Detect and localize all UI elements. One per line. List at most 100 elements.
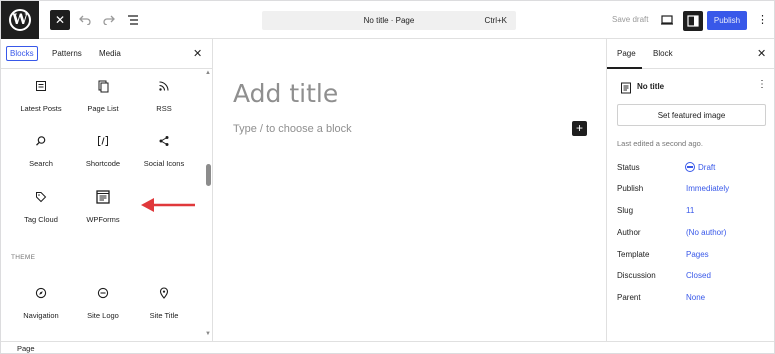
wordpress-logo-button[interactable]: W [1, 1, 39, 39]
author-value[interactable]: (No author) [686, 228, 726, 237]
meta-row-publish: Publish Immediately [617, 184, 767, 196]
page-icon [620, 81, 632, 94]
block-label: Navigation [23, 311, 59, 320]
command-palette-bar[interactable]: No title · Page Ctrl+K [262, 11, 516, 30]
wordpress-icon: W [9, 9, 31, 31]
meta-label: Discussion [617, 271, 656, 280]
scroll-up-icon[interactable]: ▲ [205, 70, 211, 76]
add-block-icon[interactable]: + [572, 121, 587, 136]
meta-label: Author [617, 228, 641, 237]
block-social-icons[interactable]: Social Icons [133, 133, 195, 177]
block-tag-cloud[interactable]: Tag Cloud [10, 189, 72, 233]
block-label: Site Logo [87, 311, 119, 320]
tab-blocks[interactable]: Blocks [6, 46, 38, 61]
last-edited-text: Last edited a second ago. [617, 139, 703, 148]
editor-footer: Page [1, 341, 774, 353]
meta-row-parent: Parent None [617, 293, 767, 305]
document-actions-icon[interactable]: ⋮ [757, 79, 767, 90]
settings-sidebar: Page Block ✕ No title ⋮ Set featured ima… [606, 39, 774, 341]
meta-label: Template [617, 250, 650, 259]
theme-section-heading: THEME [11, 254, 36, 261]
block-navigation[interactable]: Navigation [10, 285, 72, 329]
meta-row-status: Status Draft [617, 162, 767, 175]
block-site-title[interactable]: Site Title [133, 285, 195, 329]
document-title: No title [637, 82, 665, 91]
tab-media[interactable]: Media [99, 49, 121, 58]
block-label: Tag Cloud [24, 215, 58, 224]
slug-value[interactable]: 11 [686, 206, 694, 215]
meta-row-template: Template Pages [617, 250, 767, 262]
block-rss[interactable]: RSS [133, 78, 195, 122]
tab-block[interactable]: Block [653, 49, 673, 58]
share-icon [156, 133, 172, 149]
wpforms-icon [95, 189, 111, 205]
block-label: RSS [156, 104, 172, 113]
meta-row-slug: Slug 11 [617, 206, 767, 218]
preview-icon[interactable] [660, 13, 674, 27]
block-label: WPForms [86, 215, 120, 224]
inserter-tabs: Blocks Patterns Media ✕ [1, 39, 212, 69]
editor-header: W ✕ No title · Page Ctrl+K Save draft Pu… [1, 1, 774, 39]
pointer-arrow [141, 198, 195, 212]
block-label: Shortcode [85, 159, 121, 168]
draft-status-icon [685, 162, 695, 172]
publish-button[interactable]: Publish [707, 11, 747, 30]
sidebar-tabs: Page Block ✕ [607, 39, 774, 69]
block-search[interactable]: Search [10, 133, 72, 177]
shortcode-icon [95, 133, 111, 149]
parent-value[interactable]: None [686, 293, 705, 302]
template-value[interactable]: Pages [686, 250, 709, 259]
meta-row-discussion: Discussion Closed [617, 271, 767, 283]
discussion-value[interactable]: Closed [686, 271, 711, 280]
block-site-logo[interactable]: Site Logo [72, 285, 134, 329]
search-icon [33, 133, 49, 149]
set-featured-image-button[interactable]: Set featured image [617, 104, 766, 126]
meta-label: Status [617, 163, 640, 172]
meta-label: Publish [617, 184, 644, 193]
tag-icon [33, 189, 49, 205]
map-pin-icon [156, 285, 172, 301]
meta-label: Parent [617, 293, 641, 302]
site-logo-icon [95, 285, 111, 301]
command-shortcut: Ctrl+K [484, 16, 507, 25]
latest-posts-icon [33, 78, 49, 94]
post-title-input[interactable]: Add title [233, 79, 338, 108]
settings-toggle-icon[interactable] [683, 11, 703, 31]
redo-icon[interactable] [99, 10, 119, 30]
tab-patterns[interactable]: Patterns [52, 49, 82, 58]
breadcrumb[interactable]: Page [17, 344, 35, 353]
block-label: Page List [87, 104, 119, 113]
block-label: Social Icons [143, 159, 185, 168]
close-icon[interactable]: ✕ [193, 47, 202, 60]
scroll-thumb[interactable] [206, 164, 211, 186]
rss-icon [156, 78, 172, 94]
block-inserter-panel: Blocks Patterns Media ✕ Latest Posts Pag… [1, 39, 213, 341]
editor-window: W ✕ No title · Page Ctrl+K Save draft Pu… [0, 0, 775, 354]
publish-value[interactable]: Immediately [686, 184, 729, 193]
active-tab-indicator [607, 67, 642, 69]
block-label: Site Title [149, 311, 179, 320]
block-placeholder[interactable]: Type / to choose a block [233, 123, 352, 135]
tab-page[interactable]: Page [617, 49, 636, 58]
block-shortcode[interactable]: Shortcode [72, 133, 134, 177]
block-wpforms[interactable]: WPForms [72, 189, 134, 233]
editor-canvas: Add title Type / to choose a block + [213, 39, 606, 341]
block-label: Search [29, 159, 53, 168]
block-latest-posts[interactable]: Latest Posts [10, 78, 72, 122]
compass-icon [33, 285, 49, 301]
document-overview-icon[interactable] [123, 10, 143, 30]
status-value[interactable]: Draft [698, 163, 715, 172]
options-kebab-icon[interactable]: ⋮ [757, 12, 768, 28]
meta-label: Slug [617, 206, 634, 215]
save-draft-button[interactable]: Save draft [612, 15, 648, 24]
inserter-scrollbar[interactable]: ▲ ▼ [204, 69, 212, 341]
block-page-list[interactable]: Page List [72, 78, 134, 122]
meta-row-author: Author (No author) [617, 228, 767, 240]
page-list-icon [95, 78, 111, 94]
close-inserter-button[interactable]: ✕ [50, 10, 70, 30]
scroll-down-icon[interactable]: ▼ [205, 331, 211, 337]
close-icon[interactable]: ✕ [757, 47, 766, 60]
undo-icon[interactable] [75, 10, 95, 30]
block-label: Latest Posts [20, 104, 62, 113]
command-bar-title: No title · Page [363, 16, 415, 25]
